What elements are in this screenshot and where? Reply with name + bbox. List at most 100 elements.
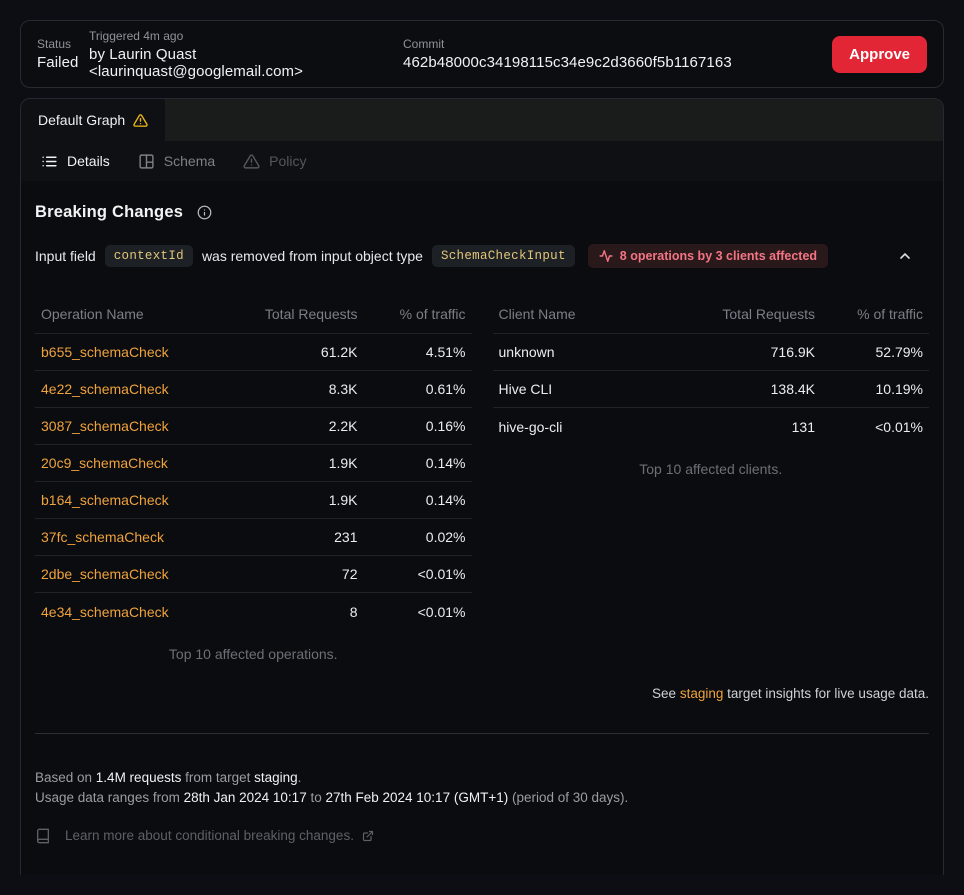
client-traffic: 10.19% — [815, 381, 923, 397]
operations-table: Operation Name Total Requests % of traff… — [35, 294, 472, 662]
operation-traffic: 0.61% — [358, 381, 466, 397]
operation-link[interactable]: 4e34_schemaCheck — [41, 604, 169, 620]
tab-policy-label: Policy — [269, 153, 306, 169]
operation-link[interactable]: b164_schemaCheck — [41, 492, 169, 508]
commit-block: Commit 462b48000c34198115c34e9c2d3660f5b… — [403, 37, 732, 71]
collapse-chevron-up-icon[interactable] — [897, 248, 913, 264]
change-prefix: Input field — [35, 248, 96, 264]
staging-target-link[interactable]: staging — [680, 686, 724, 701]
col-operation-name: Operation Name — [41, 306, 223, 322]
client-requests: 138.4K — [680, 381, 815, 397]
table-row: b655_schemaCheck 61.2K 4.51% — [35, 334, 472, 371]
list-icon — [41, 153, 58, 170]
tab-default-graph[interactable]: Default Graph — [21, 99, 165, 141]
status-value: Failed — [37, 54, 89, 71]
operation-traffic: 0.14% — [358, 492, 466, 508]
learn-more-link[interactable]: Learn more about conditional breaking ch… — [65, 826, 374, 846]
col-total-requests: Total Requests — [223, 306, 358, 322]
table-row: hive-go-cli 131 <0.01% — [493, 408, 930, 445]
status-label: Status — [37, 37, 89, 51]
insights-prefix: See — [652, 686, 680, 701]
client-name: Hive CLI — [499, 381, 681, 397]
operation-traffic: 4.51% — [358, 344, 466, 360]
operation-requests: 8 — [223, 604, 358, 620]
table-row: 4e22_schemaCheck 8.3K 0.61% — [35, 371, 472, 408]
section-divider — [35, 733, 929, 734]
col-traffic: % of traffic — [358, 306, 466, 322]
operation-link[interactable]: 4e22_schemaCheck — [41, 381, 169, 397]
check-header-card: Status Failed Triggered 4m ago by Laurin… — [20, 20, 944, 88]
operation-link[interactable]: 37fc_schemaCheck — [41, 529, 164, 545]
based-prefix: Based on — [35, 770, 96, 785]
operation-link[interactable]: 3087_schemaCheck — [41, 418, 169, 434]
check-subtabs: Details Schema — [21, 141, 943, 181]
based-middle: from target — [181, 770, 254, 785]
operations-table-header: Operation Name Total Requests % of traff… — [35, 294, 472, 334]
graph-tab-strip: Default Graph — [21, 99, 943, 141]
insights-suffix: target insights for live usage data. — [723, 686, 929, 701]
table-row: 20c9_schemaCheck 1.9K 0.14% — [35, 445, 472, 482]
operation-traffic: 0.16% — [358, 418, 466, 434]
approve-button[interactable]: Approve — [832, 36, 927, 73]
based-on-line: Based on 1.4M requests from target stagi… — [35, 768, 929, 788]
target-name: staging — [254, 770, 298, 785]
commit-label: Commit — [403, 37, 732, 51]
table-row: 4e34_schemaCheck 8 <0.01% — [35, 593, 472, 630]
client-name: hive-go-cli — [499, 419, 681, 435]
range-suffix: (period of 30 days). — [508, 790, 628, 805]
operation-requests: 1.9K — [223, 455, 358, 471]
client-requests: 131 — [680, 419, 815, 435]
tab-schema[interactable]: Schema — [132, 147, 229, 176]
operation-requests: 72 — [223, 566, 358, 582]
check-content: Breaking Changes Input field contextId w… — [21, 181, 943, 846]
operation-traffic: 0.14% — [358, 455, 466, 471]
operation-link[interactable]: 2dbe_schemaCheck — [41, 566, 169, 582]
client-traffic: <0.01% — [815, 419, 923, 435]
affected-tables: Operation Name Total Requests % of traff… — [35, 294, 929, 662]
operation-link[interactable]: 20c9_schemaCheck — [41, 455, 168, 471]
operation-requests: 231 — [223, 529, 358, 545]
request-count: 1.4M requests — [96, 770, 182, 785]
table-row: unknown 716.9K 52.79% — [493, 334, 930, 371]
change-field-code: contextId — [105, 245, 193, 267]
check-card: Default Graph Details — [20, 98, 944, 875]
status-block: Status Failed — [37, 37, 89, 71]
breaking-changes-title: Breaking Changes — [35, 203, 183, 222]
client-traffic: 52.79% — [815, 344, 923, 360]
book-icon — [35, 828, 51, 844]
graph-warning-icon — [133, 113, 148, 128]
operation-traffic: <0.01% — [358, 566, 466, 582]
table-row: b164_schemaCheck 1.9K 0.14% — [35, 482, 472, 519]
tab-details-label: Details — [67, 153, 110, 169]
activity-pulse-icon — [599, 249, 613, 263]
info-icon[interactable] — [197, 205, 212, 220]
operation-traffic: 0.02% — [358, 529, 466, 545]
breaking-change-row[interactable]: Input field contextId was removed from i… — [35, 244, 929, 268]
table-row: 3087_schemaCheck 2.2K 0.16% — [35, 408, 472, 445]
tab-policy[interactable]: Policy — [237, 147, 320, 176]
learn-more-row: Learn more about conditional breaking ch… — [35, 826, 929, 846]
breaking-changes-header: Breaking Changes — [35, 203, 929, 222]
range-prefix: Usage data ranges from — [35, 790, 184, 805]
affected-operations-badge[interactable]: 8 operations by 3 clients affected — [588, 244, 828, 268]
operation-requests: 1.9K — [223, 492, 358, 508]
triggered-author: by Laurin Quast <laurinquast@googlemail.… — [89, 46, 403, 80]
operation-requests: 8.3K — [223, 381, 358, 397]
clients-table-header: Client Name Total Requests % of traffic — [493, 294, 930, 334]
graph-tab-label: Default Graph — [38, 112, 125, 128]
operation-requests: 61.2K — [223, 344, 358, 360]
schema-check-page: Status Failed Triggered 4m ago by Laurin… — [0, 20, 964, 895]
range-start-date: 28th Jan 2024 10:17 — [184, 790, 307, 805]
schema-panels-icon — [138, 153, 155, 170]
range-middle: to — [307, 790, 326, 805]
commit-hash: 462b48000c34198115c34e9c2d3660f5b1167163 — [403, 54, 732, 71]
client-requests: 716.9K — [680, 344, 815, 360]
range-line: Usage data ranges from 28th Jan 2024 10:… — [35, 788, 929, 808]
based-suffix: . — [298, 770, 302, 785]
operation-traffic: <0.01% — [358, 604, 466, 620]
insights-note: See staging target insights for live usa… — [35, 686, 929, 701]
tab-schema-label: Schema — [164, 153, 215, 169]
operation-link[interactable]: b655_schemaCheck — [41, 344, 169, 360]
change-middle: was removed from input object type — [202, 248, 423, 264]
tab-details[interactable]: Details — [35, 147, 124, 176]
